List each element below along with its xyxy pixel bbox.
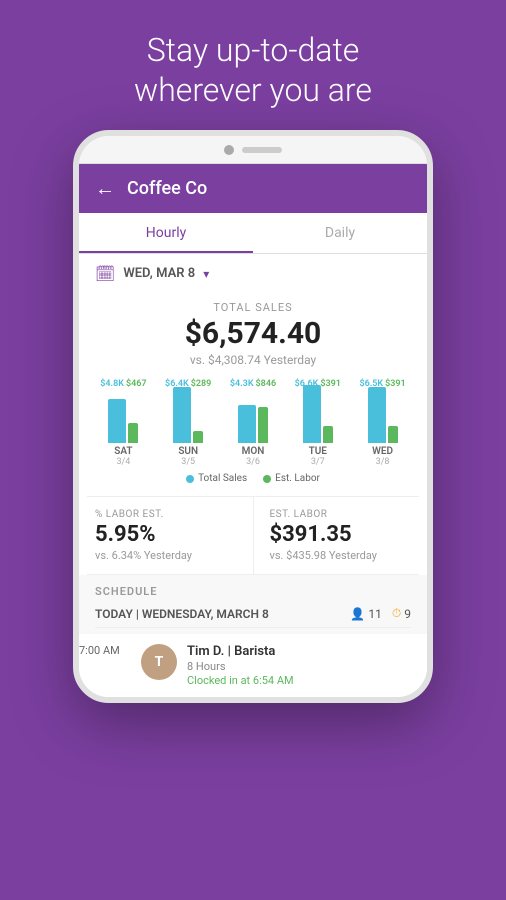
bar-green [193,431,203,443]
entry-role: Barista [234,644,275,659]
schedule-title: SCHEDULE [95,585,411,598]
vs-yesterday: vs. $4,308.74 Yesterday [95,353,411,367]
bar-blue [108,399,126,443]
metric-est-labor: EST. LABOR $391.35 vs. $435.98 Yesterday [254,497,428,574]
schedule-date-row: TODAY | WEDNESDAY, MARCH 8 👤 11 ⏱ 9 [95,598,411,628]
headline: Stay up-to-date wherever you are [0,30,506,110]
bar-group-mon: $4.3K $846 MON 3/6 [227,379,279,467]
schedule-entry-1: 7:00 AM T Tim D. | Barista 8 Hours Clock… [73,634,433,697]
bars-wrapper [108,391,138,443]
date-label: WED, MAR 8 [123,266,195,281]
date-row[interactable]: 🗓 WED, MAR 8 ▾ [79,254,427,293]
bar-blue [303,385,321,443]
app-title: Coffee Co [127,178,207,199]
bar-group-sat: $4.8K $467 SAT 3/4 [97,379,149,467]
tab-daily[interactable]: Daily [253,213,427,253]
bar-label-green: $846 [256,379,277,389]
bars-wrapper [173,391,203,443]
bar-day: TUE [309,446,327,457]
bar-date: 3/4 [116,457,130,467]
legend-dot-green [263,475,271,483]
bar-label-green: $289 [191,379,212,389]
bar-day: SUN [178,446,198,457]
entry-duration: 8 Hours [187,660,427,673]
bar-day: SAT [114,446,132,457]
stat-people: 👤 11 [350,607,381,621]
chart-area: $4.8K $467 SAT 3/4 $6.4K $289 SUN 3/5 $4… [79,379,427,496]
metric-labor-pct-vs: vs. 6.34% Yesterday [95,549,237,562]
chart-legend: Total Sales Est. Labor [87,467,419,492]
phone-speaker [242,147,282,153]
phone-camera [224,145,234,155]
legend-total-sales: Total Sales [186,473,247,484]
metric-labor-pct: % LABOR EST. 5.95% vs. 6.34% Yesterday [79,497,254,574]
schedule-date-label: TODAY | WEDNESDAY, MARCH 8 [95,607,269,621]
metric-est-labor-vs: vs. $435.98 Yesterday [270,549,412,562]
chart-bars: $4.8K $467 SAT 3/4 $6.4K $289 SUN 3/5 $4… [87,387,419,467]
phone-frame: ← Coffee Co Hourly Daily 🗓 WED, MAR 8 ▾ … [73,130,433,703]
total-sales-label: TOTAL SALES [95,301,411,314]
bar-group-sun: $6.4K $289 SUN 3/5 [162,379,214,467]
bar-blue [368,387,386,443]
entry-avatar: T [141,644,177,680]
bar-date: 3/7 [311,457,325,467]
stat-clock: ⏱ 9 [392,606,411,621]
bar-labels-top: $4.8K $467 [100,379,146,389]
legend-est-labor-label: Est. Labor [275,473,320,484]
metric-est-labor-value: $391.35 [270,522,412,547]
tab-hourly[interactable]: Hourly [79,213,253,253]
entry-status: Clocked in at 6:54 AM [187,674,427,687]
entry-info: Tim D. | Barista 8 Hours Clocked in at 6… [187,644,427,687]
metric-est-labor-label: EST. LABOR [270,509,412,520]
legend-est-labor: Est. Labor [263,473,320,484]
bars-wrapper [238,391,268,443]
people-count: 11 [368,607,382,621]
bar-date: 3/8 [376,457,390,467]
bar-label-blue: $4.8K [100,379,124,389]
bar-blue [238,405,256,443]
bar-group-tue: $6.6K $391 TUE 3/7 [292,379,344,467]
legend-total-sales-label: Total Sales [198,473,247,484]
bar-green [388,426,398,443]
bar-green [323,426,333,443]
calendar-icon: 🗓 [95,264,115,283]
entry-name: Tim D. [187,644,224,659]
bar-blue [173,387,191,443]
bars-wrapper [303,391,333,443]
bar-labels-top: $4.3K $846 [230,379,276,389]
phone-top-bar [79,136,427,164]
tabs: Hourly Daily [79,213,427,254]
schedule-section: SCHEDULE TODAY | WEDNESDAY, MARCH 8 👤 11… [79,575,427,634]
bar-day: MON [242,446,265,457]
back-button[interactable]: ← [95,176,115,201]
schedule-stats: 👤 11 ⏱ 9 [350,606,411,621]
clock-icon: ⏱ [392,606,401,621]
people-icon: 👤 [350,607,365,621]
metric-labor-pct-label: % LABOR EST. [95,509,237,520]
app-header: ← Coffee Co [79,164,427,213]
bar-day: WED [372,446,393,457]
bar-green [258,407,268,443]
metric-labor-pct-value: 5.95% [95,522,237,547]
sales-section: TOTAL SALES $6,574.40 vs. $4,308.74 Yest… [79,293,427,379]
total-sales-value: $6,574.40 [95,316,411,351]
chevron-down-icon: ▾ [203,267,209,281]
bars-wrapper [368,391,398,443]
bar-date: 3/5 [181,457,195,467]
headline-line2: wherever you are [134,71,372,109]
bar-label-green: $467 [126,379,147,389]
metrics-row: % LABOR EST. 5.95% vs. 6.34% Yesterday E… [79,497,427,574]
bar-date: 3/6 [246,457,260,467]
legend-dot-blue [186,475,194,483]
bar-label-green: $391 [320,379,341,389]
bar-green [128,423,138,443]
entry-time: 7:00 AM [79,644,131,657]
avatar-initials: T [155,654,164,670]
bar-group-wed: $6.5K $391 WED 3/8 [357,379,409,467]
bar-label-blue: $4.3K [230,379,254,389]
headline-line1: Stay up-to-date [147,31,360,69]
clock-count: 9 [404,607,411,621]
entry-name-role: Tim D. | Barista [187,644,427,659]
bar-label-green: $391 [385,379,406,389]
